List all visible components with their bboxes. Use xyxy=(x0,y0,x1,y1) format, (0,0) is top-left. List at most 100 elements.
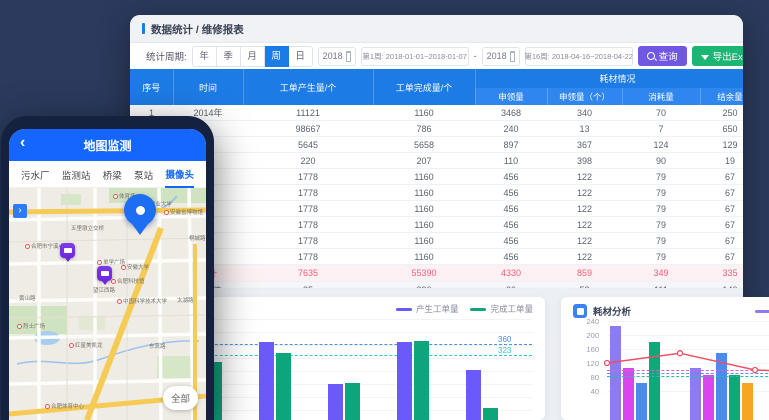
period-label: 统计周期: xyxy=(146,49,187,63)
sub-column-header: 消耗量 xyxy=(622,88,700,105)
search-icon xyxy=(647,52,655,60)
table-cell: 79 xyxy=(622,185,700,201)
legend-item[interactable]: 完成工单量 xyxy=(470,303,533,315)
table-cell: 1160 xyxy=(373,105,475,121)
poi-dot-icon xyxy=(121,265,126,270)
query-button[interactable]: 查询 xyxy=(638,46,687,66)
table-cell: 67 xyxy=(700,249,743,265)
poi-dot-icon xyxy=(117,299,122,304)
table-cell: 90 xyxy=(622,153,700,169)
gridline xyxy=(607,321,769,322)
start-year-select[interactable]: 2018 xyxy=(318,47,356,66)
show-all-button[interactable]: 全部 xyxy=(163,386,198,410)
table-cell: 456 xyxy=(475,217,547,233)
tab-泵站[interactable]: 泵站 xyxy=(134,162,153,187)
end-week-input[interactable]: 第16周: 2018-04-16~2018-04-22 xyxy=(525,47,633,66)
breadcrumb: 数据统计 / 维修报表 xyxy=(130,15,743,43)
selected-pin-icon[interactable] xyxy=(124,194,156,226)
reference-label: 360 xyxy=(498,335,511,344)
gridline xyxy=(607,349,769,350)
column-header: 序号 xyxy=(130,69,173,105)
bar-consumable xyxy=(649,342,660,420)
y-axis-tick: 240 xyxy=(569,317,599,326)
table-cell: 5645 xyxy=(243,137,373,153)
table-cell: 7 xyxy=(622,121,700,137)
table-cell: 786 xyxy=(373,121,475,137)
reference-line xyxy=(160,344,532,345)
table-cell: 124 xyxy=(622,137,700,153)
table-row: 177811604561227967 xyxy=(130,217,743,233)
chart-header: 耗材分析 xyxy=(573,304,631,318)
period-option-周[interactable]: 周 xyxy=(265,46,289,67)
table-cell: 1160 xyxy=(373,233,475,249)
reference-label: 323 xyxy=(498,346,511,355)
table-header-row: 序号时间工单产生量/个工单完成量/个耗材情况 xyxy=(130,69,743,88)
table-cell: 207 xyxy=(373,153,475,169)
y-axis-tick: 120 xyxy=(569,359,599,368)
period-option-日[interactable]: 日 xyxy=(289,46,313,67)
bar-完成工单量 xyxy=(483,408,498,420)
legend-dash xyxy=(396,308,412,311)
calendar-icon xyxy=(346,51,351,62)
period-option-季[interactable]: 季 xyxy=(217,46,241,67)
bar-consumable xyxy=(703,375,714,420)
legend-item[interactable]: 产生工单量 xyxy=(396,303,459,315)
table-cell: 122 xyxy=(547,217,622,233)
table-cell: 67 xyxy=(700,185,743,201)
table-cell: 122 xyxy=(547,169,622,185)
camera-marker-icon[interactable] xyxy=(97,266,112,281)
map-poi-label: 中国科学技术大学 xyxy=(117,297,167,305)
table-cell: 122 xyxy=(547,185,622,201)
bar-产生工单量 xyxy=(328,384,343,420)
map-poi-label: 五里墩立交桥 xyxy=(71,224,104,232)
download-icon xyxy=(701,55,709,60)
table-row: 2202071103989019 xyxy=(130,153,743,169)
bar-consumable xyxy=(729,375,740,420)
bar-consumable xyxy=(716,353,727,420)
map-poi-label: 红星美凯龙 xyxy=(69,341,103,349)
table-cell: 398 xyxy=(547,153,622,169)
map-poi-label: 东流路 xyxy=(149,342,166,350)
table-cell: 456 xyxy=(475,249,547,265)
table-cell: 456 xyxy=(475,185,547,201)
table-cell: 349 xyxy=(622,265,700,282)
phone-title: 地图监测 xyxy=(83,137,131,154)
gridline xyxy=(160,358,532,359)
poi-dot-icon xyxy=(164,210,169,215)
tab-监测站[interactable]: 监测站 xyxy=(62,162,91,187)
reference-line xyxy=(607,370,769,371)
camera-marker-icon[interactable] xyxy=(60,243,75,258)
table-row: 12014年111211160346834070250 xyxy=(130,105,743,121)
panel-icon xyxy=(573,304,587,318)
table-row: 98667786240137650 xyxy=(130,121,743,137)
back-chevron-icon[interactable]: ‹ xyxy=(20,134,25,152)
legend-label: 完成工单量 xyxy=(490,303,533,315)
expand-icon[interactable]: › xyxy=(13,204,27,218)
table-cell: 19 xyxy=(700,153,743,169)
map-view[interactable]: › 体育场安徽农业大学安徽省博物馆五里墩立交桥桐城路合肥市宁溪小学单学广场安徽大… xyxy=(9,188,206,420)
table-cell: 897 xyxy=(475,137,547,153)
start-week-input[interactable]: 第1周: 2018-01-01~2018-01-07 xyxy=(361,47,469,66)
table-cell: 122 xyxy=(547,201,622,217)
chart-title: 耗材分析 xyxy=(593,304,631,318)
table-cell: 1160 xyxy=(373,169,475,185)
group-header: 耗材情况 xyxy=(475,69,743,88)
end-year-select[interactable]: 2018 xyxy=(482,47,520,66)
column-header: 时间 xyxy=(173,69,243,105)
table-cell: 1778 xyxy=(243,249,373,265)
tab-污水厂[interactable]: 污水厂 xyxy=(21,162,50,187)
table-cell: 122 xyxy=(547,249,622,265)
table-cell: 220 xyxy=(243,153,373,169)
export-excel-button[interactable]: 导出Excel xyxy=(692,46,743,66)
table-cell: 340 xyxy=(547,105,622,121)
sub-column-header: 申领量 xyxy=(475,88,547,105)
tab-桥梁[interactable]: 桥梁 xyxy=(103,162,122,187)
tab-摄像头[interactable]: 摄像头 xyxy=(165,161,194,188)
period-option-年[interactable]: 年 xyxy=(192,46,217,67)
map-poi-label: 安徽省博物馆 xyxy=(164,208,203,216)
reference-line xyxy=(160,355,532,356)
bar-完成工单量 xyxy=(276,353,291,420)
period-option-月[interactable]: 月 xyxy=(241,46,265,67)
poi-dot-icon xyxy=(69,343,74,348)
table-cell: 79 xyxy=(622,233,700,249)
